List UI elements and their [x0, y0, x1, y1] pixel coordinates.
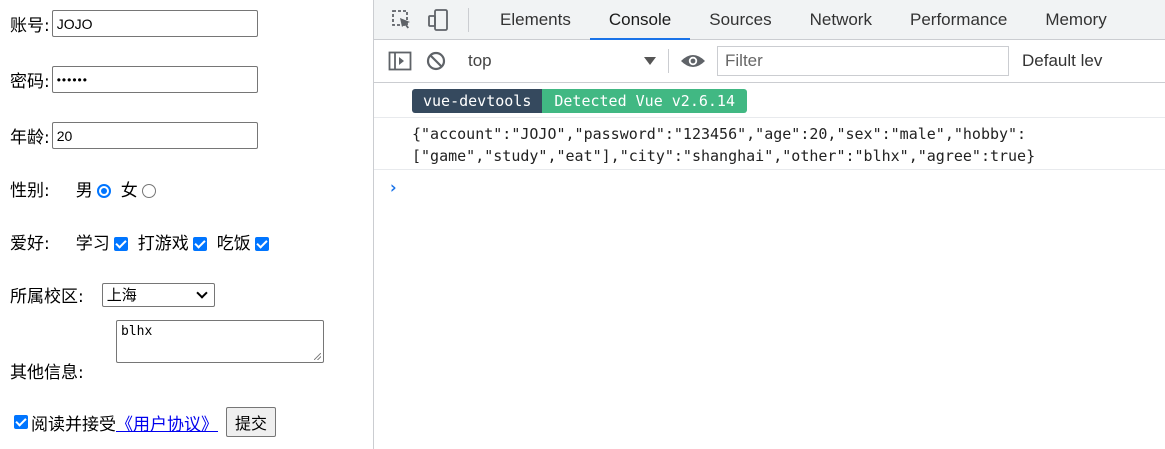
eye-icon[interactable] — [675, 42, 711, 81]
tab-network[interactable]: Network — [791, 0, 891, 39]
devtools-panel: Elements Console Sources Network Perform… — [374, 0, 1165, 449]
resize-handle-icon[interactable] — [314, 353, 321, 360]
hobby-option-label: 学习 — [75, 234, 110, 254]
age-label: 年龄: — [10, 128, 50, 148]
sex-row: 性别: 男 女 — [10, 176, 156, 201]
clear-console-icon[interactable] — [418, 42, 454, 81]
city-select-value: 上海 — [106, 286, 137, 304]
account-input[interactable] — [51, 10, 258, 37]
context-selector[interactable]: top — [454, 40, 668, 82]
sex-option-label: 男 — [75, 181, 93, 201]
account-row: 账号: — [10, 10, 258, 37]
sex-radio-female[interactable] — [141, 184, 156, 198]
sidebar-toggle-icon[interactable] — [382, 42, 418, 81]
tab-performance[interactable]: Performance — [891, 0, 1026, 39]
sex-radio-male[interactable] — [96, 184, 111, 198]
other-textarea-value: blhx — [121, 324, 153, 339]
hobby-label: 爱好: — [10, 234, 50, 254]
inspect-element-icon[interactable] — [384, 0, 420, 39]
agree-row: 阅读并接受 《用户协议》 提交 — [10, 407, 277, 437]
hobby-option-label: 打游戏 — [137, 234, 189, 254]
hobby-checkbox-game[interactable] — [192, 237, 207, 251]
device-toolbar-icon[interactable] — [420, 0, 456, 39]
sex-option-label: 女 — [120, 181, 138, 201]
user-agreement-link[interactable]: 《用户协议》 — [116, 410, 218, 435]
badge-label: vue-devtools — [412, 89, 543, 113]
log-levels-dropdown[interactable]: Default lev — [1022, 51, 1102, 71]
hobby-checkbox-study[interactable] — [113, 237, 128, 251]
filter-input[interactable]: Filter — [717, 46, 1009, 76]
tab-elements[interactable]: Elements — [481, 0, 590, 39]
chevron-down-icon — [196, 286, 208, 299]
submit-button[interactable]: 提交 — [226, 407, 277, 437]
console-toolbar: top Filter Default lev — [374, 40, 1165, 83]
log-message[interactable]: {"account":"JOJO","password":"123456","a… — [412, 123, 1152, 167]
agree-checkbox[interactable] — [14, 415, 28, 429]
city-label: 所属校区: — [10, 287, 84, 307]
hobby-row: 爱好: 学习 打游戏 吃饭 — [10, 229, 269, 254]
hobby-option-eat: 吃饭 — [217, 229, 269, 254]
other-row: 其他信息: blhx — [10, 320, 324, 383]
hobby-option-game: 打游戏 — [138, 229, 207, 254]
context-selector-value: top — [468, 51, 492, 70]
console-log-entry: {"account":"JOJO","password":"123456","a… — [374, 117, 1165, 170]
console-prompt-icon[interactable]: › — [388, 178, 398, 198]
hobby-option-study: 学习 — [76, 229, 128, 254]
other-label: 其他信息: — [10, 363, 84, 383]
age-row: 年龄: — [10, 122, 258, 149]
toolbar-separator — [468, 7, 469, 32]
vue-devtools-badge: vue-devtools Detected Vue v2.6.14 — [412, 89, 747, 113]
tab-sources[interactable]: Sources — [690, 0, 790, 39]
sex-option-male: 男 — [76, 176, 111, 201]
sex-option-female: 女 — [121, 176, 156, 201]
toolbar-separator — [668, 49, 669, 73]
age-input[interactable] — [51, 122, 258, 149]
badge-version: Detected Vue v2.6.14 — [542, 89, 747, 113]
other-textarea[interactable]: blhx — [116, 320, 324, 363]
tab-console[interactable]: Console — [589, 0, 691, 40]
filter-placeholder: Filter — [725, 51, 763, 70]
hobby-option-label: 吃饭 — [216, 234, 251, 254]
city-row: 所属校区: 上海 — [10, 282, 215, 307]
devtools-tabbar: Elements Console Sources Network Perform… — [374, 0, 1165, 40]
tab-memory[interactable]: Memory — [1026, 0, 1125, 39]
password-input[interactable] — [51, 66, 258, 93]
sex-label: 性别: — [10, 181, 50, 201]
form-page: 账号: 密码: 年龄: 性别: 男 女 爱好: 学习 打游戏 吃饭 所属校区: — [0, 0, 373, 449]
agree-text: 阅读并接受 — [31, 414, 116, 435]
account-label: 账号: — [10, 16, 50, 36]
city-select[interactable]: 上海 — [101, 282, 215, 307]
hobby-checkbox-eat[interactable] — [254, 237, 269, 251]
password-row: 密码: — [10, 66, 258, 93]
password-label: 密码: — [10, 72, 50, 92]
dropdown-triangle-icon — [644, 57, 656, 65]
